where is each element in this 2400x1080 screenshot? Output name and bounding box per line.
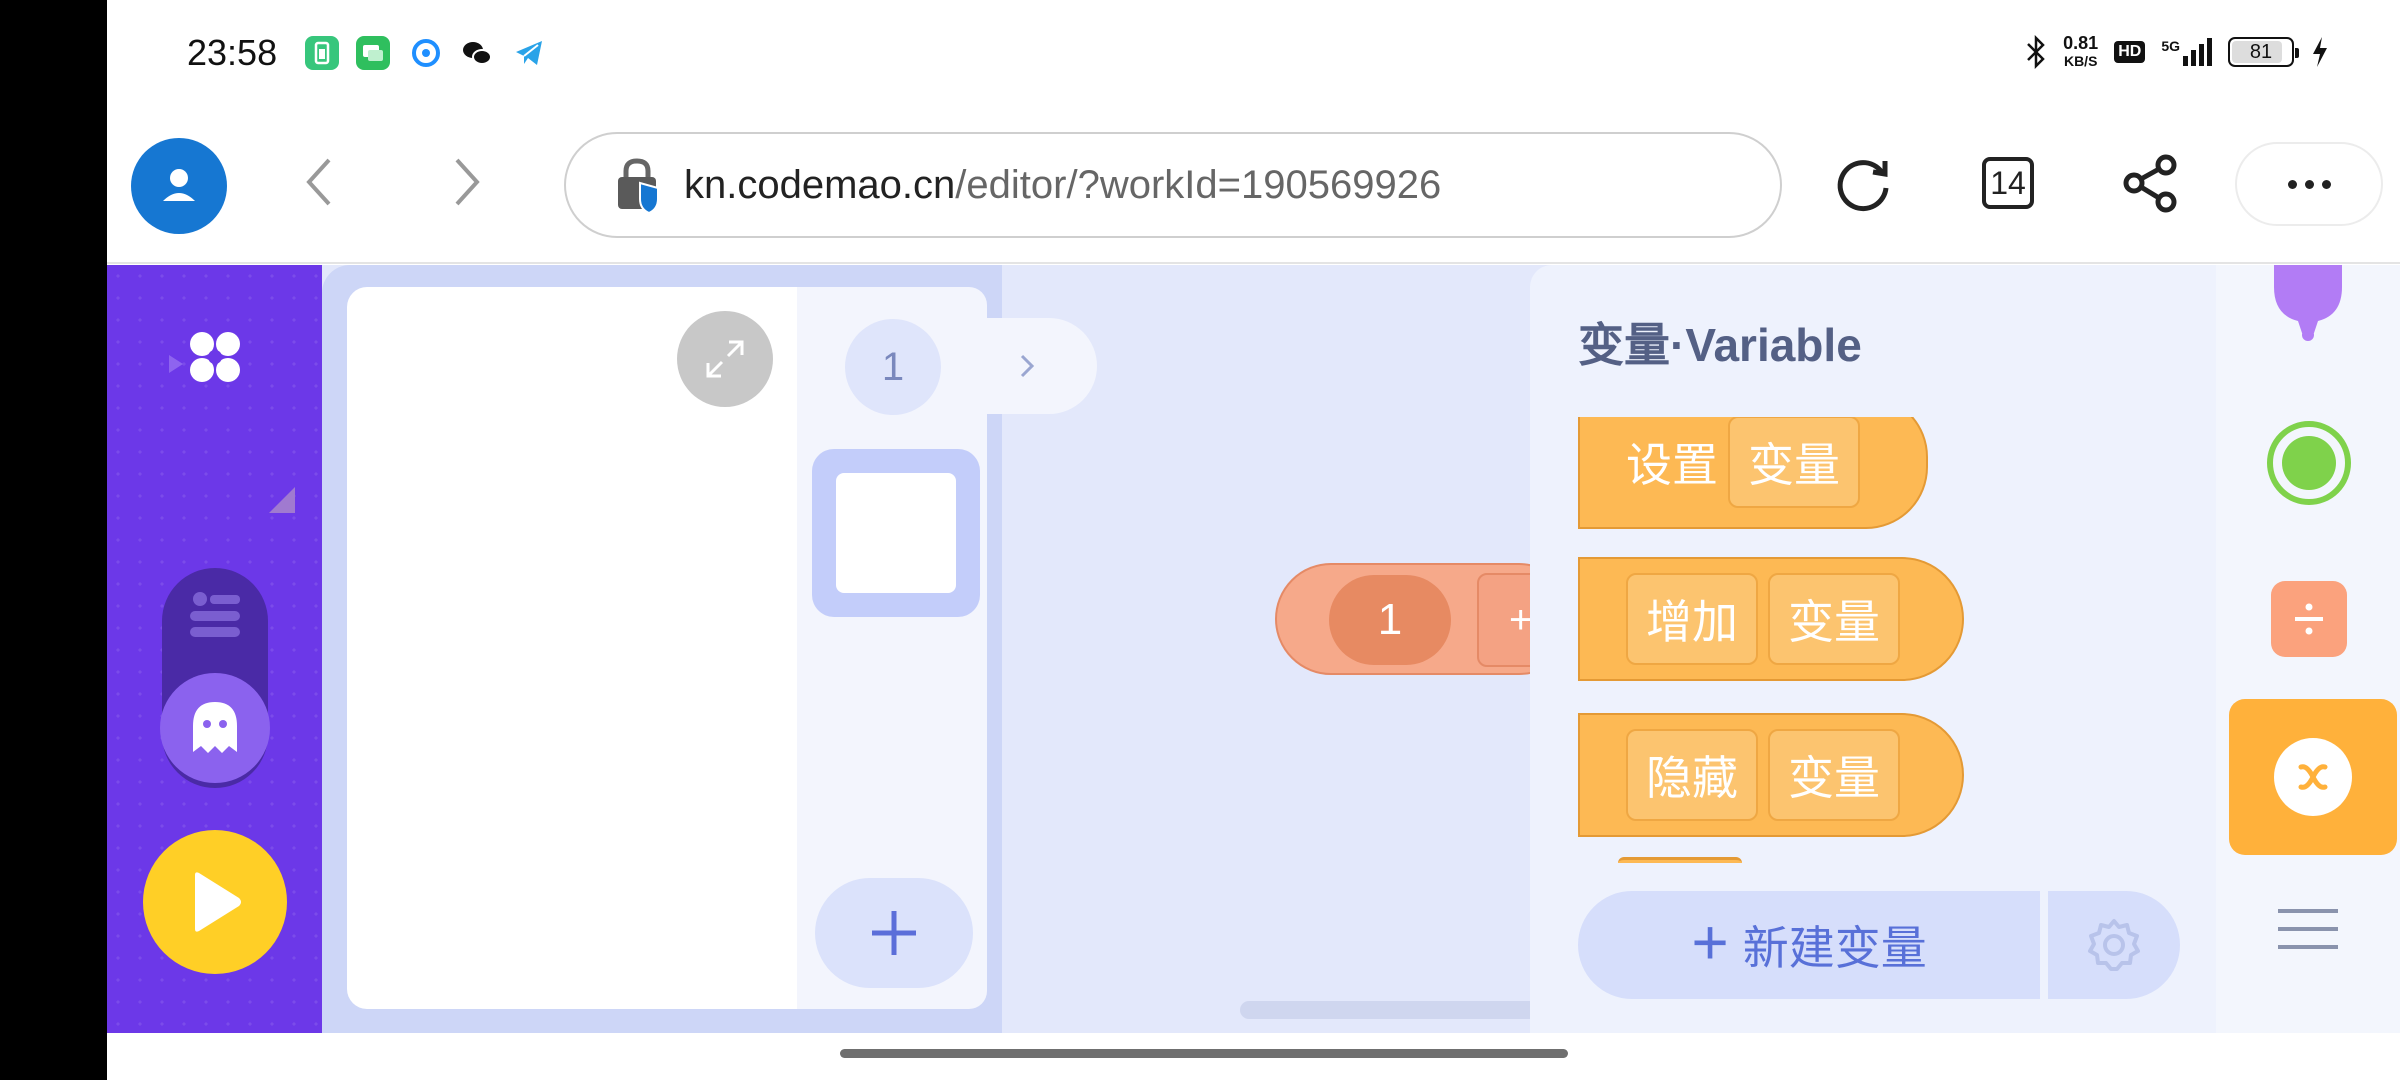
increase-variable-block[interactable]: 增加 变量: [1578, 557, 1964, 681]
network-speed-unit: KB/S: [2063, 53, 2098, 69]
device-screen: 23:58 0.81 KB/S HD 5G 81 kn.codemao.cn/e…: [107, 0, 2400, 1080]
gear-icon: [2088, 919, 2140, 971]
share-button[interactable]: [2118, 150, 2184, 216]
green-flag-icon: [2282, 436, 2336, 490]
wechat-app-icon: [460, 36, 494, 70]
url-text: kn.codemao.cn/editor/?workId=190569926: [684, 163, 1441, 208]
scene-thumbnail[interactable]: [812, 449, 980, 617]
scene-collapse-tab[interactable]: [957, 318, 1097, 414]
battery-indicator: 81: [2228, 37, 2299, 67]
block-number-slot[interactable]: 1: [1329, 575, 1451, 665]
status-bar: 23:58 0.81 KB/S HD 5G 81: [107, 0, 2400, 106]
category-rail: [2216, 265, 2400, 1033]
url-domain: kn.codemao.cn: [684, 162, 956, 207]
secure-lock-icon: [610, 155, 670, 215]
category-appearance[interactable]: [2268, 265, 2348, 357]
more-categories-button[interactable]: [2278, 899, 2338, 959]
run-button[interactable]: [143, 830, 287, 974]
reload-icon: [1837, 160, 1889, 212]
battery-level: 81: [2249, 40, 2273, 63]
plus-icon: [872, 911, 916, 955]
operation-chip[interactable]: 隐藏: [1626, 729, 1758, 821]
messages-app-icon: [356, 36, 390, 70]
status-right-group: 0.81 KB/S HD 5G 81: [2025, 30, 2330, 74]
chevron-left-icon: [306, 158, 331, 206]
decoration-triangle-icon: [269, 487, 295, 513]
variable-x-icon: [2274, 738, 2352, 816]
scene-number[interactable]: 1: [845, 319, 941, 415]
url-path: /editor/?workId=190569926: [955, 162, 1442, 207]
play-icon: [195, 872, 241, 932]
chevron-right-icon: [455, 158, 480, 206]
signal-icon: 5G: [2161, 38, 2212, 66]
back-button[interactable]: [289, 152, 349, 212]
address-bar[interactable]: kn.codemao.cn/editor/?workId=190569926: [564, 132, 1782, 238]
left-rail: [107, 265, 322, 1033]
sprite-button[interactable]: [160, 673, 270, 783]
tab-count: 14: [1982, 157, 2034, 209]
drawer-blocks: 设置 变量 增加 变量 隐藏 变量: [1530, 417, 2216, 863]
forward-button[interactable]: [437, 152, 497, 212]
share-icon: [2123, 154, 2177, 213]
expand-icon: [706, 340, 744, 378]
new-variable-label: 新建变量: [1742, 922, 1927, 974]
plus-icon: +: [1691, 906, 1729, 978]
home-gesture-handle[interactable]: [840, 1049, 1568, 1058]
category-events[interactable]: [2267, 421, 2351, 505]
hamburger-icon: [2278, 909, 2338, 949]
profile-avatar[interactable]: [131, 138, 227, 234]
category-operators[interactable]: [2271, 581, 2347, 657]
variable-settings-button[interactable]: [2048, 891, 2180, 999]
bluetooth-icon: [2027, 35, 2045, 69]
code-editor: 1 1 + 变量·Variable 设置 变量 增加 变量 隐藏 变量 + 新建…: [107, 265, 2400, 1033]
more-dot-icon: [2287, 179, 2297, 189]
more-dot-icon: [2321, 179, 2331, 189]
charging-icon: [2313, 37, 2327, 67]
block-list-icon[interactable]: [182, 587, 248, 647]
more-dot-icon: [2304, 179, 2314, 189]
add-scene-button[interactable]: [815, 878, 973, 988]
category-variables[interactable]: [2229, 699, 2397, 855]
hd-voice-badge: HD: [2114, 41, 2146, 63]
qq-browser-app-icon: [409, 36, 443, 70]
fullscreen-button[interactable]: [677, 311, 773, 407]
variable-chip[interactable]: 变量: [1768, 729, 1900, 821]
hide-variable-block[interactable]: 隐藏 变量: [1578, 713, 1964, 837]
chevron-right-icon: [1020, 354, 1035, 378]
operation-chip[interactable]: 增加: [1626, 573, 1758, 665]
more-menu-button[interactable]: [2235, 142, 2383, 226]
variable-chip[interactable]: 变量: [1768, 573, 1900, 665]
browser-toolbar: kn.codemao.cn/editor/?workId=190569926 1…: [107, 106, 2400, 264]
user-icon: [163, 169, 195, 201]
horizontal-scrollbar[interactable]: [1240, 1001, 1540, 1019]
new-variable-button[interactable]: + 新建变量: [1578, 891, 2040, 999]
codemao-logo-icon[interactable]: [185, 327, 245, 387]
ghost-icon: [193, 702, 237, 753]
network-speed: 0.81 KB/S: [2063, 34, 2098, 70]
battery-app-icon: [305, 36, 339, 70]
tabs-button[interactable]: 14: [1975, 150, 2041, 216]
telegram-app-icon: [512, 36, 546, 70]
block-label: 设置: [1626, 439, 1718, 491]
status-time: 23:58: [187, 32, 278, 73]
variable-chip[interactable]: 变量: [1728, 417, 1860, 508]
reload-button[interactable]: [1831, 150, 1897, 216]
divide-icon: [2295, 603, 2323, 635]
decoration-triangle-icon: [169, 355, 183, 373]
set-variable-block[interactable]: 设置 变量: [1578, 417, 1928, 529]
drawer-title: 变量·Variable: [1578, 319, 1862, 371]
network-speed-value: 0.81: [2063, 33, 2099, 53]
signal-type: 5G: [2161, 38, 2180, 54]
block-drawer: 变量·Variable 设置 变量 增加 变量 隐藏 变量 + 新建变量: [1530, 265, 2216, 1033]
navigation-bar: [107, 1033, 2400, 1080]
next-block-edge: [1618, 857, 1742, 863]
purple-bulb-icon: [2274, 265, 2342, 341]
